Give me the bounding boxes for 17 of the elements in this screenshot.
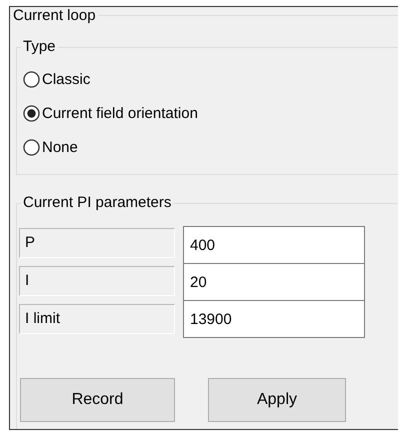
radio-option[interactable]: Classic	[23, 71, 90, 88]
radio-icon[interactable]	[23, 71, 40, 88]
input-field[interactable]: 20	[183, 263, 365, 301]
input-field[interactable]: 13900	[183, 300, 365, 338]
radio-icon[interactable]	[23, 105, 40, 122]
radio-option[interactable]: Current field orientation	[23, 105, 198, 122]
parameter-label: I	[19, 266, 175, 296]
parameter-label: I limit	[19, 304, 175, 334]
radio-option[interactable]: None	[23, 139, 78, 156]
action-button[interactable]: Record	[20, 378, 175, 422]
parameter-label: P	[19, 228, 175, 258]
radio-icon[interactable]	[23, 139, 40, 156]
action-button[interactable]: Apply	[208, 378, 346, 422]
input-field[interactable]: 400	[183, 226, 365, 264]
group-title: Current PI parameters	[21, 194, 174, 212]
group-title: Current loop	[11, 7, 98, 25]
group-title: Type	[21, 38, 58, 56]
